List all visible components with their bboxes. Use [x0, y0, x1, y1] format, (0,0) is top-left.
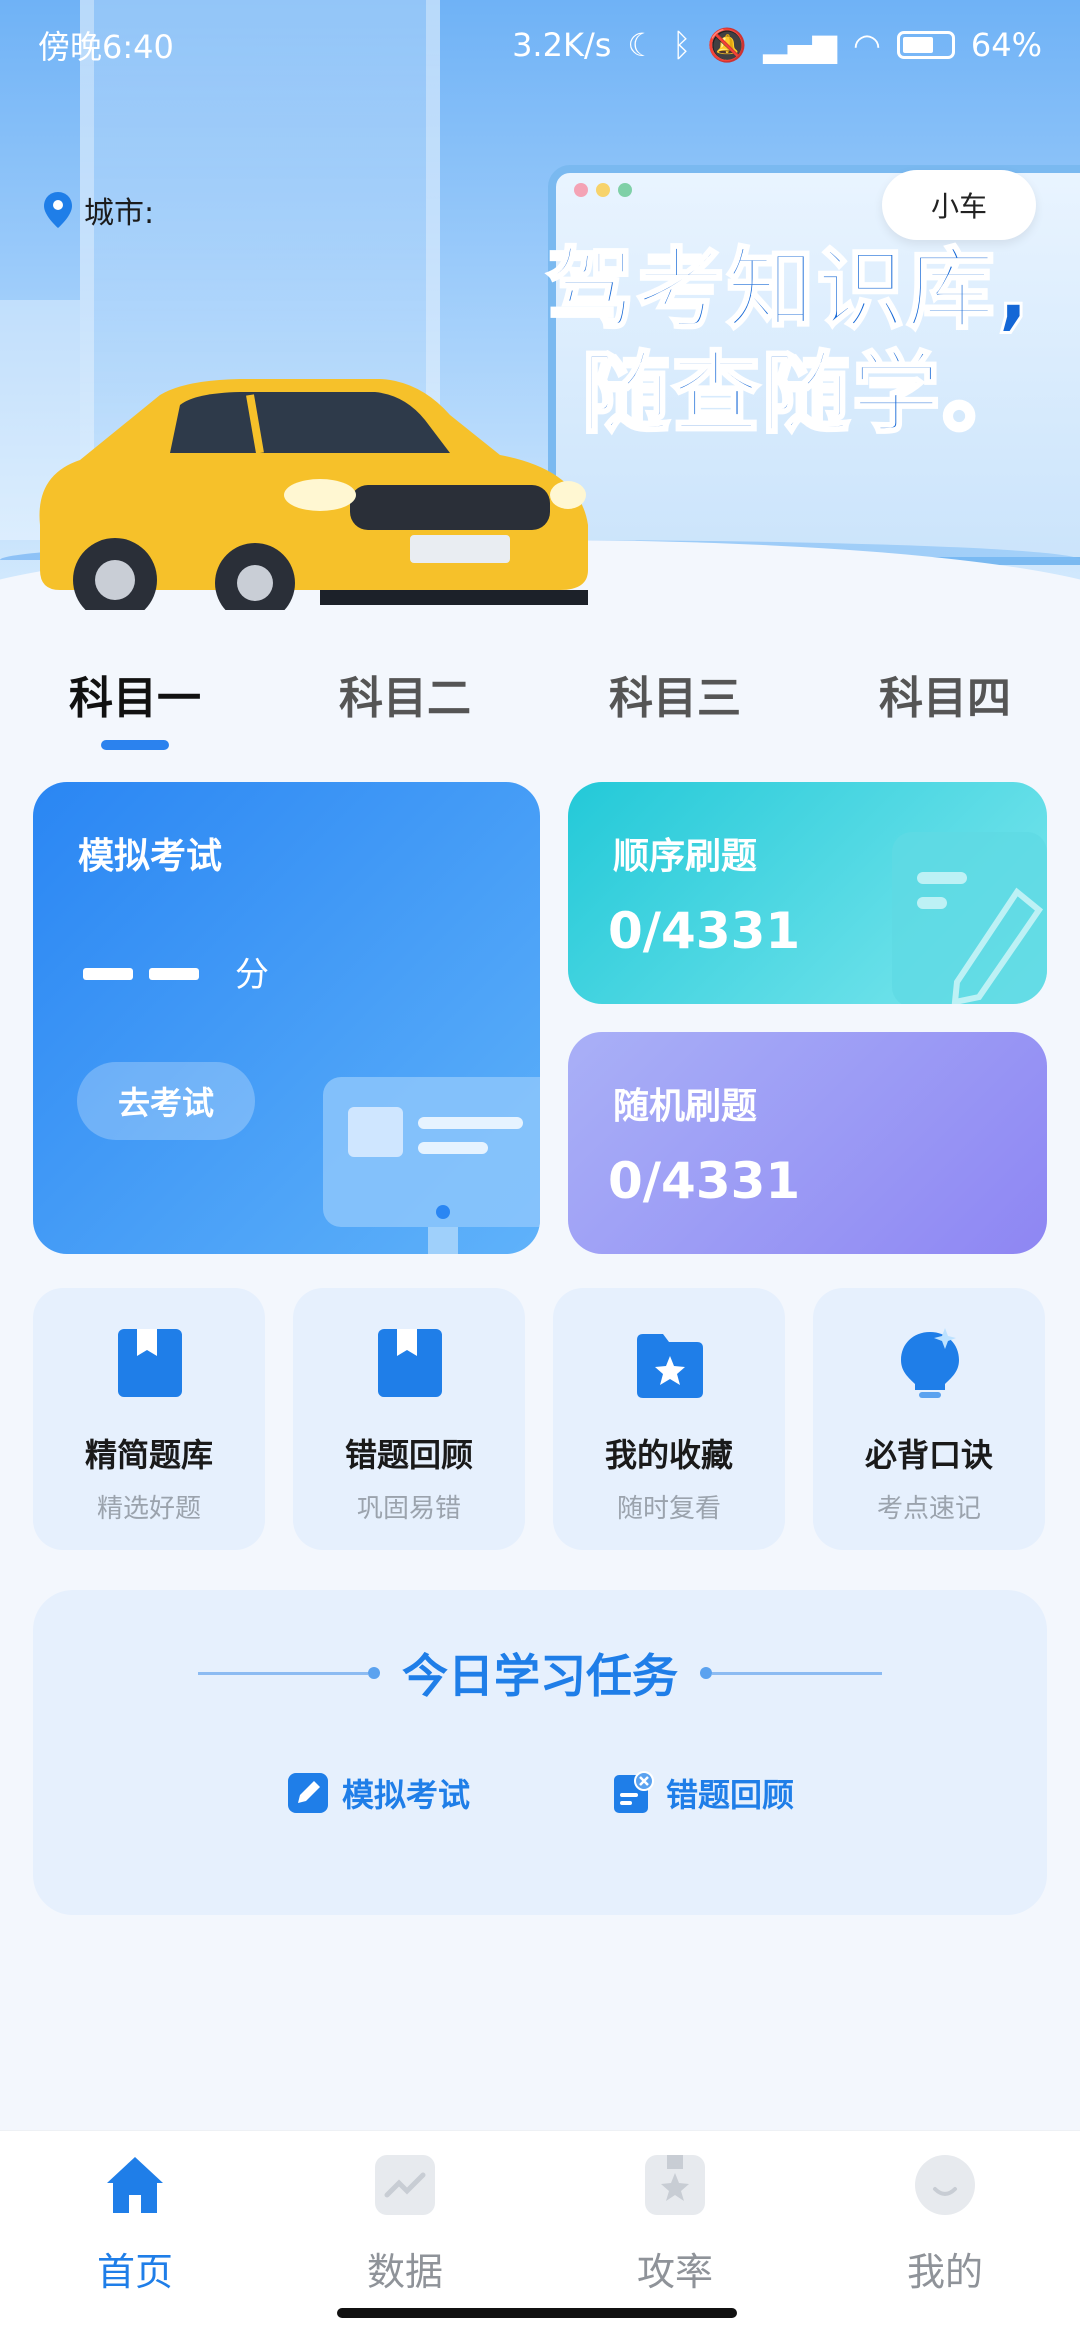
yellow-car-icon [39, 379, 588, 610]
nav-label: 攻率 [636, 2250, 713, 2294]
task-label: 错题回顾 [666, 1776, 795, 1814]
random-title: 随机刷题 [613, 1086, 758, 1127]
home-icon [107, 2157, 163, 2213]
bell-muted-icon: 🔕 [707, 26, 748, 64]
network-speed: 3.2K/s [512, 26, 612, 64]
divider-line [712, 1671, 882, 1675]
city-label: 城市: [84, 196, 155, 231]
divider-dot [700, 1667, 712, 1679]
daily-task-panel: 今日学习任务 模拟考试 错题回顾 [33, 1590, 1047, 1915]
guide-icon [645, 2155, 705, 2215]
tab-subject-3[interactable]: 科目三 [540, 650, 810, 760]
daily-task-links: 模拟考试 错题回顾 [33, 1770, 1047, 1816]
tile-title: 错题回顾 [344, 1436, 473, 1474]
bookmark-book-icon [378, 1329, 442, 1397]
divider-dot [368, 1667, 380, 1679]
sequential-count: 0/4331 [608, 902, 801, 960]
score-placeholder [83, 968, 215, 996]
subject-tabs: 科目一 科目二 科目三 科目四 [0, 650, 1080, 760]
city-selector[interactable]: 城市: [44, 188, 154, 232]
mock-exam-card[interactable]: 模拟考试 分 去考试 [33, 782, 540, 1254]
nav-label: 我的 [906, 2250, 983, 2294]
random-count: 0/4331 [608, 1152, 801, 1210]
vehicle-type-chip[interactable]: 小车 [882, 170, 1036, 240]
tab-subject-4[interactable]: 科目四 [810, 650, 1080, 760]
tile-title: 精简题库 [84, 1436, 213, 1474]
tile-subtitle: 考点速记 [876, 1494, 981, 1524]
mock-exam-title: 模拟考试 [78, 836, 223, 877]
signal-icon: ▂▄▆ [763, 26, 837, 64]
tile-wrong-review[interactable]: 错题回顾 巩固易错 [293, 1288, 525, 1550]
tile-subtitle: 巩固易错 [356, 1494, 461, 1524]
home-indicator[interactable] [337, 2308, 737, 2318]
location-pin-icon [44, 192, 72, 228]
bluetooth-icon: ᛒ [672, 26, 692, 64]
moon-icon: ☾ [627, 26, 657, 64]
divider-line [198, 1671, 368, 1675]
wrong-doc-icon [614, 1771, 654, 1813]
tile-question-bank[interactable]: 精简题库 精选好题 [33, 1288, 265, 1550]
banner-headline-line1: 驾考知识库, [545, 237, 1032, 343]
go-exam-button[interactable]: 去考试 [77, 1062, 255, 1140]
tab-label: 科目一 [69, 673, 201, 724]
active-tab-indicator [101, 740, 169, 750]
task-wrong-review-link[interactable]: 错题回顾 [610, 1770, 794, 1816]
tile-favorites[interactable]: 我的收藏 随时复看 [553, 1288, 785, 1550]
wifi-icon: ◠ [852, 26, 881, 64]
sequential-title: 顺序刷题 [613, 836, 758, 877]
battery-percent: 64% [970, 26, 1042, 64]
score-unit: 分 [235, 955, 269, 995]
banner-headline: 驾考知识库, 随查随学。 [545, 237, 1032, 447]
banner-headline-line2: 随查随学。 [580, 341, 1032, 447]
tile-subtitle: 精选好题 [96, 1494, 201, 1524]
pencil-icon [287, 1773, 328, 1813]
battery-icon [896, 31, 955, 59]
tab-subject-1[interactable]: 科目一 [0, 650, 270, 760]
tab-label: 科目三 [609, 673, 741, 724]
sequential-practice-card[interactable]: 顺序刷题 0/4331 [568, 782, 1047, 1004]
tile-mnemonics[interactable]: 必背口诀 考点速记 [813, 1288, 1045, 1550]
nav-home[interactable]: 首页 [0, 2131, 270, 2340]
star-folder-icon [637, 1334, 703, 1398]
bookmark-book-icon [118, 1329, 182, 1397]
monitor-icon [323, 1077, 540, 1254]
nav-profile[interactable]: 我的 [810, 2131, 1080, 2340]
tile-title: 我的收藏 [604, 1436, 733, 1474]
daily-task-header: 今日学习任务 [33, 1640, 1047, 1706]
tile-title: 必背口诀 [864, 1436, 993, 1474]
task-label: 模拟考试 [341, 1776, 470, 1814]
tab-label: 科目四 [879, 673, 1011, 724]
nav-label: 数据 [366, 2250, 443, 2294]
profile-icon [915, 2155, 975, 2215]
random-practice-card[interactable]: 随机刷题 0/4331 [568, 1032, 1047, 1254]
chart-icon [375, 2155, 435, 2215]
tab-subject-2[interactable]: 科目二 [270, 650, 540, 760]
tab-label: 科目二 [339, 673, 471, 724]
notepad-pencil-icon [892, 832, 1047, 1004]
daily-task-title: 今日学习任务 [402, 1649, 678, 1703]
mock-exam-score: 分 [83, 947, 269, 996]
nav-label: 首页 [96, 2250, 173, 2294]
status-bar: 傍晚6:40 3.2K/s ☾ ᛒ 🔕 ▂▄▆ ◠ 64% [0, 0, 1080, 90]
lightbulb-icon [901, 1328, 959, 1398]
status-time: 傍晚6:40 [38, 28, 174, 66]
task-mock-exam-link[interactable]: 模拟考试 [286, 1770, 470, 1816]
tile-subtitle: 随时复看 [616, 1494, 721, 1524]
